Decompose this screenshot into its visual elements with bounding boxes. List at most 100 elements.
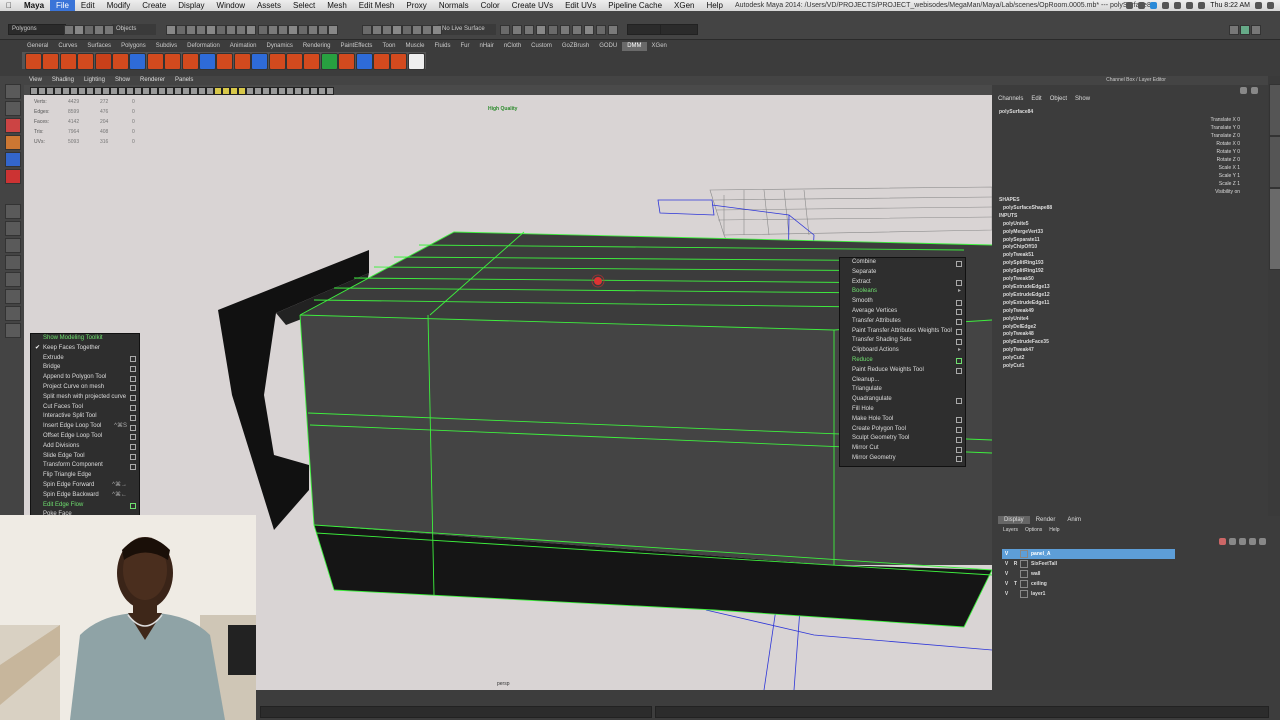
input-node[interactable]: polyExtrudeEdge12	[999, 292, 1052, 300]
layer-color-swatch[interactable]	[1020, 580, 1028, 588]
menu-item-separate[interactable]: Separate	[840, 268, 965, 278]
shelf-tab-rendering[interactable]: Rendering	[298, 42, 336, 51]
shelf-tab-general[interactable]: General	[22, 42, 53, 51]
viewport-toolbar-icon[interactable]	[30, 87, 38, 95]
shelf-tool-icon[interactable]	[233, 53, 251, 70]
input-node[interactable]: polyTweak47	[999, 347, 1052, 355]
tool-settings-tab[interactable]	[1269, 136, 1280, 188]
menu-pipeline-cache[interactable]: Pipeline Cache	[602, 0, 668, 11]
status-icon[interactable]	[1150, 2, 1158, 9]
scale-tool-icon[interactable]	[5, 169, 21, 184]
attribute-value[interactable]: 1	[1237, 165, 1240, 171]
status-tool-icon[interactable]	[412, 25, 422, 35]
channel-menu-object[interactable]: Object	[1050, 96, 1067, 102]
shelf-tool-icon[interactable]	[390, 53, 408, 70]
status-tool-icon[interactable]	[258, 25, 268, 35]
option-box-icon[interactable]	[130, 414, 136, 421]
select-tool-icon[interactable]	[5, 84, 21, 99]
menu-item-offset-edge-loop-tool[interactable]: Offset Edge Loop Tool	[31, 432, 139, 442]
menu-item-create-polygon-tool[interactable]: Create Polygon Tool	[840, 425, 965, 435]
menu-item-paint-reduce-weights-tool[interactable]: Paint Reduce Weights Tool	[840, 366, 965, 376]
status-tool-icon[interactable]	[608, 25, 618, 35]
option-box-icon[interactable]	[956, 417, 962, 424]
status-tool-icon[interactable]	[536, 25, 546, 35]
status-icon[interactable]	[1138, 2, 1146, 9]
status-tool-icon[interactable]	[166, 25, 176, 35]
option-box-icon[interactable]	[956, 397, 962, 404]
menu-window[interactable]: Window	[211, 0, 251, 11]
layer-visibility-toggle[interactable]: V	[1002, 569, 1011, 579]
menu-item-sculpt-geometry-tool[interactable]: Sculpt Geometry Tool	[840, 434, 965, 444]
menu-item-mirror-geometry[interactable]: Mirror Geometry	[840, 454, 965, 464]
menu-color[interactable]: Color	[475, 0, 506, 11]
menu-create-uvs[interactable]: Create UVs	[506, 0, 559, 11]
status-tool-icon[interactable]	[288, 25, 298, 35]
viewport-toolbar-icon[interactable]	[134, 87, 142, 95]
option-box-icon[interactable]	[956, 358, 962, 365]
battery-icon[interactable]	[1198, 2, 1206, 9]
shelf-tab-xgen[interactable]: XGen	[647, 42, 672, 51]
menu-create[interactable]: Create	[136, 0, 172, 11]
layout-single-icon[interactable]	[5, 204, 21, 219]
option-box-icon[interactable]	[956, 368, 962, 375]
shelf-tab-gozbrush[interactable]: GoZBrush	[557, 42, 594, 51]
option-box-icon[interactable]	[956, 299, 962, 306]
input-node[interactable]: polyUnite4	[999, 316, 1052, 324]
status-tool-icon[interactable]	[512, 25, 522, 35]
shelf-tab-muscle[interactable]: Muscle	[400, 42, 429, 51]
object-name[interactable]: polySurface84	[999, 109, 1033, 115]
menu-edit-mesh[interactable]: Edit Mesh	[353, 0, 401, 11]
menu-item-transfer-shading-sets[interactable]: Transfer Shading Sets	[840, 336, 965, 346]
viewport-toolbar-icon[interactable]	[222, 87, 230, 95]
menu-file[interactable]: File	[50, 0, 75, 11]
shelf-tab-deformation[interactable]: Deformation	[182, 42, 225, 51]
option-box-icon[interactable]	[130, 434, 136, 441]
shelf-tool-icon[interactable]	[373, 53, 390, 70]
layer-menu-options[interactable]: Options	[1025, 527, 1042, 533]
layer-icon[interactable]	[1219, 538, 1226, 545]
menu-item-smooth[interactable]: Smooth	[840, 297, 965, 307]
layer-type-toggle[interactable]: T	[1011, 579, 1020, 589]
layer-color-swatch[interactable]	[1020, 560, 1028, 568]
layer-tab-render[interactable]: Render	[1030, 516, 1062, 524]
layer-visibility-toggle[interactable]: V	[1002, 589, 1011, 599]
layer-row[interactable]: V R SixFeetTall	[1002, 559, 1175, 569]
option-box-icon[interactable]	[956, 319, 962, 326]
status-tool-icon[interactable]	[584, 25, 594, 35]
menu-item-average-vertices[interactable]: Average Vertices	[840, 307, 965, 317]
lock-icon[interactable]	[1251, 87, 1258, 94]
layer-visibility-toggle[interactable]: V	[1002, 559, 1011, 569]
lasso-tool-icon[interactable]	[5, 101, 21, 116]
menu-item-spin-edge-backward[interactable]: Spin Edge Backward ^⌘←	[31, 491, 139, 501]
viewport-toolbar-icon[interactable]	[38, 87, 46, 95]
menu-item-show-modeling-toolkit[interactable]: Show Modeling Toolkit	[31, 334, 139, 344]
attribute-row[interactable]: Translate X 0	[1150, 116, 1240, 124]
menu-item-transfer-attributes[interactable]: Transfer Attributes	[840, 317, 965, 327]
attribute-value[interactable]: 0	[1237, 133, 1240, 139]
viewport-toolbar-icon[interactable]	[262, 87, 270, 95]
option-box-icon[interactable]	[956, 329, 962, 336]
attribute-row[interactable]: Translate Z 0	[1150, 132, 1240, 140]
shelf-tab-polygons[interactable]: Polygons	[116, 42, 151, 51]
status-tool-icon[interactable]	[236, 25, 246, 35]
layer-color-swatch[interactable]	[1020, 590, 1028, 598]
shelf-tool-icon[interactable]	[77, 53, 95, 70]
selection-mode[interactable]: Objects	[112, 24, 156, 35]
viewport-toolbar-icon[interactable]	[46, 87, 54, 95]
input-node[interactable]: polyExtrudeEdge11	[999, 300, 1052, 308]
search-icon[interactable]	[1255, 2, 1262, 9]
attribute-value[interactable]: 0	[1237, 149, 1240, 155]
attribute-row[interactable]: Rotate Z 0	[1150, 156, 1240, 164]
shelf-tab-subdivs[interactable]: Subdivs	[151, 42, 182, 51]
option-box-icon[interactable]	[130, 365, 136, 372]
viewport-toolbar-icon[interactable]	[326, 87, 334, 95]
layer-visibility-toggle[interactable]: V	[1002, 549, 1011, 559]
input-node[interactable]: polyDelEdge2	[999, 324, 1052, 332]
status-tool-icon[interactable]	[392, 25, 402, 35]
menu-item-booleans[interactable]: Booleans ▸	[840, 287, 965, 297]
status-tool-icon[interactable]	[548, 25, 558, 35]
status-tool-icon[interactable]	[206, 25, 216, 35]
viewport-toolbar-icon[interactable]	[94, 87, 102, 95]
menu-assets[interactable]: Assets	[251, 0, 287, 11]
channelbox-icon[interactable]	[1240, 25, 1250, 35]
